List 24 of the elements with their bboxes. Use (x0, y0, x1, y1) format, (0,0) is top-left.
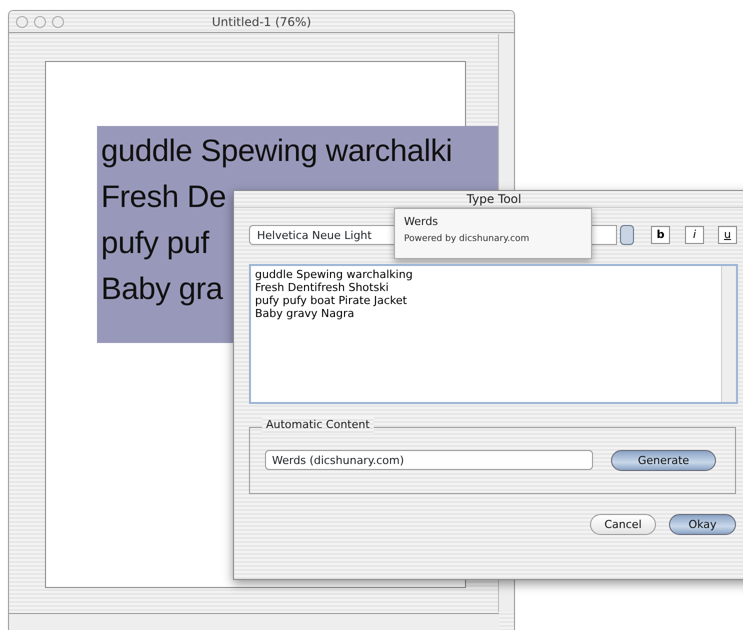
canvas-text-line: guddle Spewing warchalki (101, 132, 452, 170)
dialog-title: Type Tool (466, 191, 522, 208)
underline-button[interactable]: u (718, 226, 737, 244)
dialog-button[interactable]: Cancel (590, 514, 656, 535)
size-field[interactable] (590, 225, 617, 245)
zoom-button[interactable] (52, 16, 64, 28)
generate-button[interactable]: Generate (611, 450, 716, 471)
default-button[interactable]: Okay (669, 514, 736, 535)
canvas-text-line: pufy puf (101, 224, 209, 262)
canvas-text-line: Fresh De (101, 178, 226, 216)
size-stepper[interactable] (620, 225, 634, 245)
close-button[interactable] (16, 16, 28, 28)
text-area[interactable]: guddle Spewing warchalking Fresh Dentifresh Shotski pufy pufy boat Pirate Jacket Baby gravy Nagra (249, 264, 738, 404)
minimize-button[interactable] (34, 16, 46, 28)
italic-button[interactable]: i (685, 226, 704, 244)
source-dropdown[interactable]: Werds (dicshunary.com) (265, 450, 593, 470)
window-title: Untitled-1 (76%) (212, 14, 312, 30)
vertical-scrollbar[interactable] (721, 266, 736, 402)
canvas-text-line: Baby gra (101, 270, 223, 308)
group-label: Automatic Content (262, 417, 374, 434)
bold-button[interactable]: b (651, 226, 670, 244)
menu-note: Powered by dicshunary.com (404, 233, 530, 246)
menu-item[interactable]: Werds (404, 214, 582, 229)
horizontal-scrollbar[interactable] (9, 613, 499, 630)
